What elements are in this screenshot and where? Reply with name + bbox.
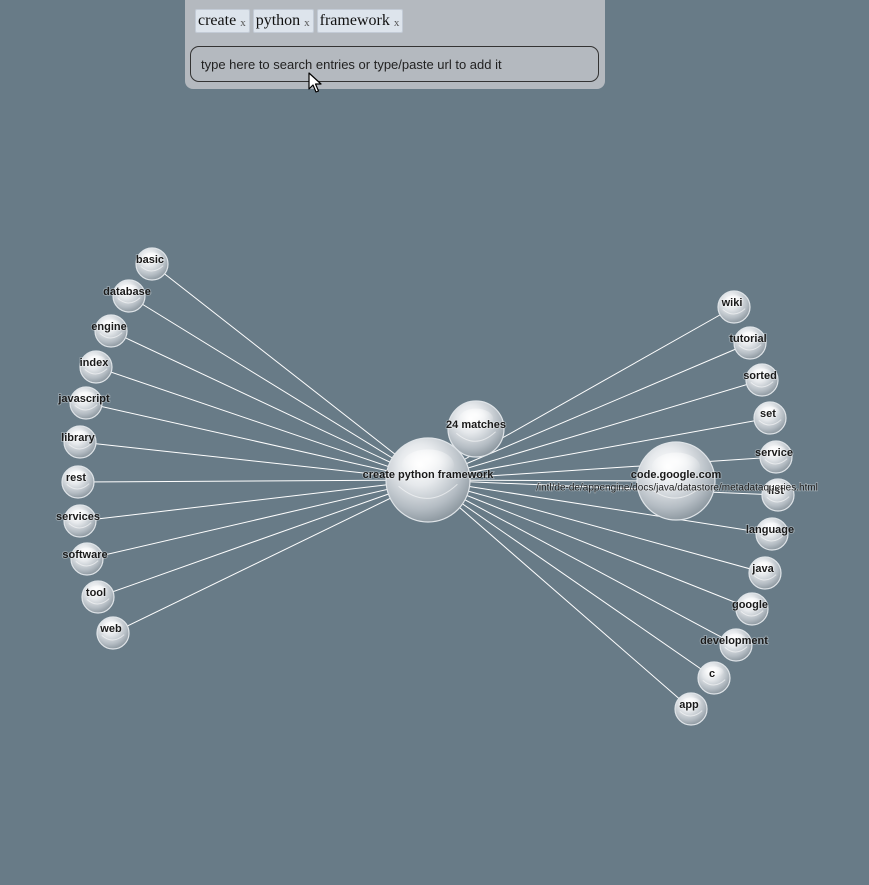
matches-label: 24 matches	[446, 419, 506, 431]
term-label: java	[751, 563, 774, 575]
url-path-label: /intl/de-de/appengine/docs/java/datastor…	[536, 483, 818, 494]
term-label: javascript	[57, 393, 110, 405]
graph-edge	[86, 479, 429, 560]
term-label: software	[62, 549, 107, 561]
term-label: tutorial	[729, 333, 766, 345]
term-label: web	[99, 623, 122, 635]
term-label: app	[679, 699, 699, 711]
graph-edge	[95, 366, 429, 481]
term-label: services	[56, 511, 100, 523]
term-label: service	[755, 447, 793, 459]
term-label: library	[61, 432, 96, 444]
graph-edge	[151, 263, 429, 481]
url-node[interactable]	[636, 441, 716, 521]
graph-edge	[110, 330, 429, 481]
graph-edge	[112, 479, 429, 634]
term-label: development	[700, 635, 768, 647]
term-label: c	[709, 668, 715, 680]
term-label: tool	[86, 587, 106, 599]
term-label: google	[732, 599, 768, 611]
term-label: rest	[66, 472, 87, 484]
term-label: sorted	[743, 370, 777, 382]
term-label: wiki	[721, 297, 743, 309]
tag-graph: basic database engine index javascript librar…	[55, 247, 819, 726]
term-label: database	[103, 286, 151, 298]
term-label: basic	[136, 254, 164, 266]
mouse-cursor-icon	[308, 72, 322, 93]
graph-edge	[427, 479, 766, 574]
query-label: create python framework	[363, 469, 495, 481]
term-label: set	[760, 408, 776, 420]
graph-edge	[79, 479, 429, 522]
term-label: index	[80, 357, 110, 369]
url-domain-label: code.google.com	[631, 469, 722, 481]
term-label: engine	[91, 321, 126, 333]
graph-edge	[427, 479, 692, 710]
graph-edge	[97, 479, 429, 598]
term-label: language	[746, 524, 794, 536]
